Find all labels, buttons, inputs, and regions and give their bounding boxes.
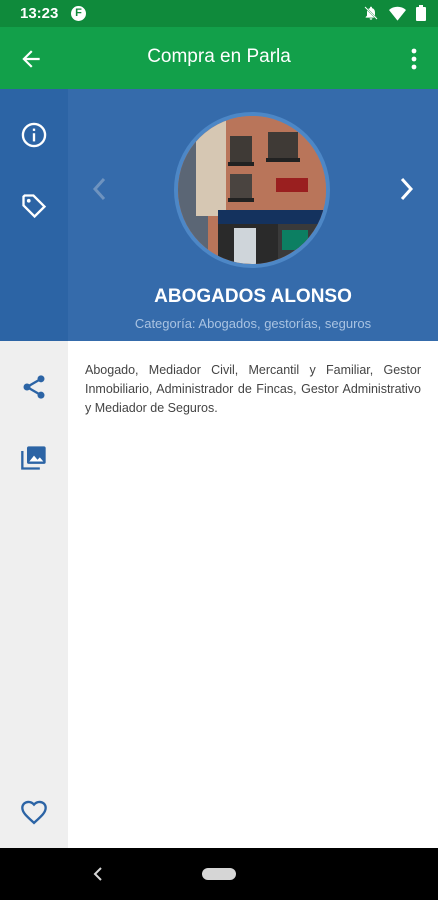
system-nav-bar (0, 848, 438, 900)
nav-home-pill[interactable] (202, 868, 236, 880)
status-time: 13:23 (20, 5, 59, 22)
app-notification-icon: F (71, 6, 86, 21)
business-details: Abogado, Mediador Civil, Mercantil y Fam… (68, 341, 438, 848)
page-title: Compra en Parla (147, 46, 291, 67)
more-vert-icon[interactable] (404, 47, 424, 71)
business-photo (174, 112, 330, 268)
business-description: Abogado, Mediador Civil, Mercantil y Fam… (85, 363, 421, 415)
chevron-left-icon[interactable] (88, 175, 112, 203)
tag-icon[interactable] (20, 192, 48, 220)
gallery-icon[interactable] (20, 444, 48, 472)
notifications-off-icon (364, 6, 378, 20)
nav-back-icon[interactable] (90, 865, 106, 883)
chevron-right-icon[interactable] (394, 175, 418, 203)
info-icon[interactable] (20, 121, 48, 149)
share-icon[interactable] (20, 373, 48, 401)
side-rail (0, 89, 68, 848)
wifi-icon (389, 6, 406, 21)
status-icons (363, 5, 426, 21)
battery-icon (416, 5, 426, 21)
side-rail-top (0, 89, 68, 341)
heart-icon[interactable] (20, 799, 48, 827)
business-name: ABOGADOS ALONSO (154, 286, 352, 307)
business-category: Categoría: Abogados, gestorías, seguros (134, 316, 372, 331)
app-bar: Compra en Parla (0, 27, 438, 89)
business-header: ABOGADOS ALONSO Categoría: Abogados, ges… (68, 89, 438, 341)
status-bar: 13:23 F (0, 0, 438, 27)
